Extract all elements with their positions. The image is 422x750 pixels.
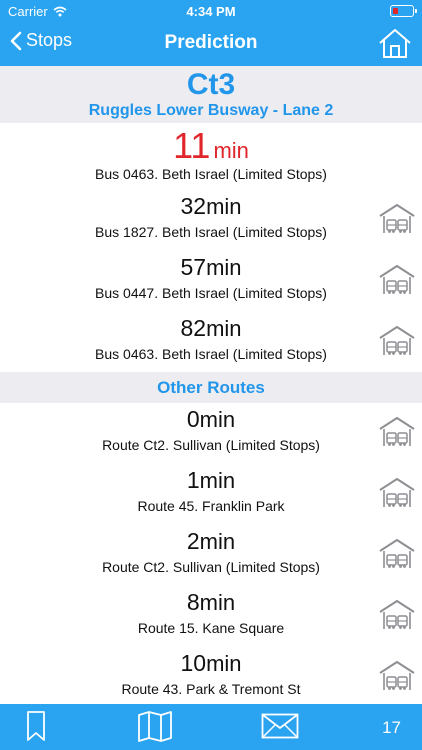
prediction-time: 2 min [0, 528, 422, 555]
top-bar: Carrier 4:34 PM Stops Prediction [0, 0, 422, 66]
prediction-description: Route 15. Kane Square [137, 620, 285, 636]
prediction-unit: min [199, 407, 236, 432]
prediction-time: 10 min [0, 650, 422, 677]
prediction-unit: min [199, 468, 236, 493]
prediction-time: 82 min [0, 315, 422, 342]
prediction-minutes: 32 [180, 193, 207, 219]
prediction-description: Bus 0463. Beth Israel (Limited Stops) [95, 166, 327, 182]
bus-garage-icon [379, 417, 415, 447]
prediction-unit: min [199, 529, 236, 554]
prediction-unit: min [199, 590, 236, 615]
other-route-row[interactable]: 2 min Route Ct2. Sullivan (Limited Stops… [0, 524, 422, 585]
prediction-unit: min [213, 138, 249, 163]
mail-icon[interactable] [261, 713, 299, 739]
map-icon[interactable] [137, 710, 173, 742]
nav-bar: Stops Prediction [0, 22, 422, 66]
battery-icon [390, 5, 417, 17]
page-title: Prediction [164, 32, 258, 53]
prediction-minutes: 82 [180, 315, 207, 341]
prediction-description: Bus 1827. Beth Israel (Limited Stops) [95, 224, 327, 240]
prediction-time: 57 min [0, 254, 422, 281]
bus-garage-icon [379, 326, 415, 356]
prediction-minutes: 0 [186, 406, 200, 432]
other-route-row[interactable]: 1 min Route 45. Franklin Park [0, 463, 422, 524]
prediction-description: Route Ct2. Sullivan (Limited Stops) [102, 437, 320, 453]
bus-garage-icon [379, 661, 415, 691]
status-bar: Carrier 4:34 PM [0, 0, 422, 22]
bus-garage-icon [379, 265, 415, 295]
count-label: 17 [382, 718, 401, 737]
bus-garage-icon [379, 204, 415, 234]
prediction-description: Bus 0463. Beth Israel (Limited Stops) [95, 346, 327, 362]
tab-bar: 17 [0, 704, 422, 750]
prediction-minutes: 8 [186, 589, 200, 615]
home-icon[interactable] [378, 27, 412, 59]
prediction-minutes: 11 [173, 125, 211, 166]
prediction-description: Route 43. Park & Tremont St [121, 681, 301, 697]
route-name: Ct3 [186, 68, 236, 101]
bus-garage-icon [379, 600, 415, 630]
prediction-unit: min [206, 651, 242, 676]
bus-garage-icon [379, 478, 415, 508]
prediction-minutes: 1 [186, 467, 200, 493]
bookmark-icon[interactable] [25, 710, 47, 742]
prediction-unit: min [206, 194, 242, 219]
stop-name: Ruggles Lower Busway - Lane 2 [88, 102, 334, 119]
prediction-time: 32 min [0, 193, 422, 220]
prediction-description: Bus 0447. Beth Israel (Limited Stops) [95, 285, 327, 301]
prediction-unit: min [206, 255, 242, 280]
bus-garage-icon [379, 539, 415, 569]
prediction-time: 8 min [0, 589, 422, 616]
route-header: Ct3 Ruggles Lower Busway - Lane 2 [0, 66, 422, 123]
other-route-row[interactable]: 8 min Route 15. Kane Square [0, 585, 422, 646]
other-routes-header: Other Routes [0, 372, 422, 403]
other-route-row[interactable]: 0 min Route Ct2. Sullivan (Limited Stops… [0, 402, 422, 463]
status-time: 4:34 PM [186, 4, 236, 19]
prediction-time: 1 min [0, 467, 422, 494]
prediction-description: Route Ct2. Sullivan (Limited Stops) [102, 559, 320, 575]
prediction-time: 0 min [0, 406, 422, 433]
prediction-unit: min [206, 316, 242, 341]
prediction-time: 11 min [0, 125, 422, 166]
prediction-row[interactable]: 82 min Bus 0463. Beth Israel (Limited St… [0, 311, 422, 372]
prediction-row[interactable]: 11 min Bus 0463. Beth Israel (Limited St… [0, 125, 422, 186]
prediction-minutes: 10 [180, 650, 207, 676]
other-route-row[interactable]: 10 min Route 43. Park & Tremont St [0, 646, 422, 707]
prediction-minutes: 57 [180, 254, 207, 280]
prediction-row[interactable]: 57 min Bus 0447. Beth Israel (Limited St… [0, 250, 422, 311]
prediction-row[interactable]: 32 min Bus 1827. Beth Israel (Limited St… [0, 189, 422, 250]
prediction-minutes: 2 [186, 528, 200, 554]
prediction-description: Route 45. Franklin Park [137, 498, 285, 514]
